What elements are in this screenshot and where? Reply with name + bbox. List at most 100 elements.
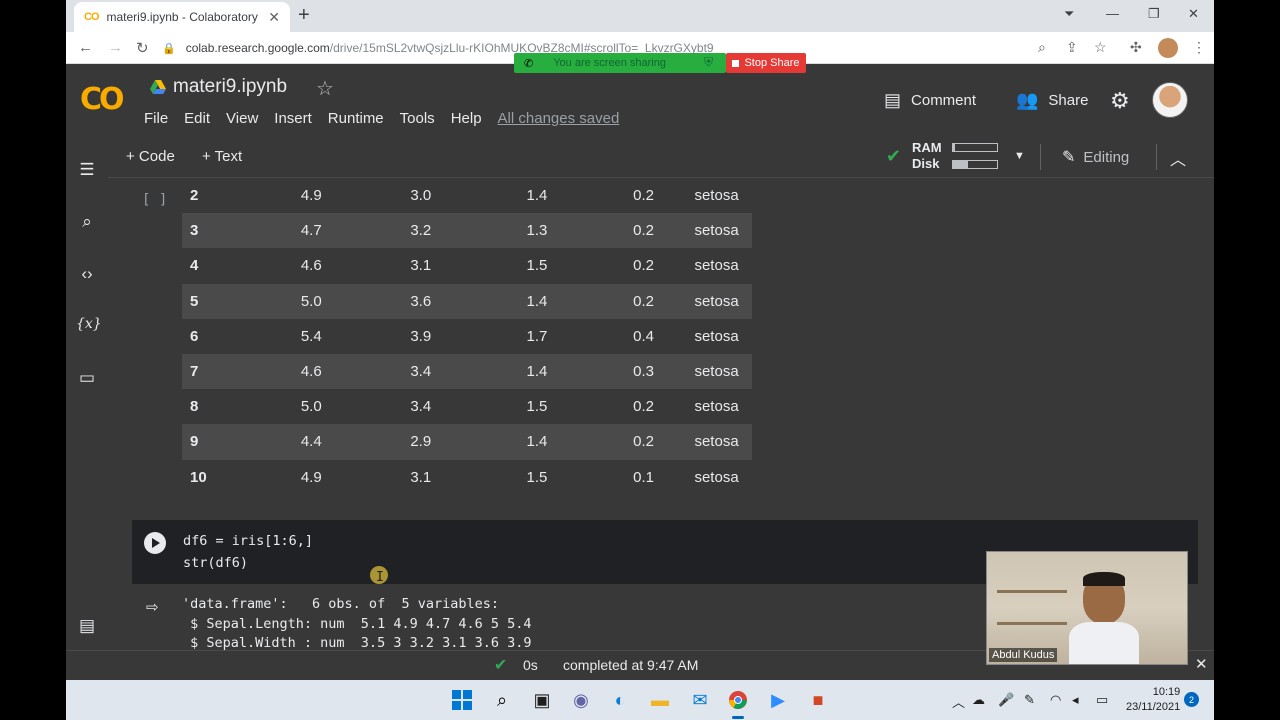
- webcam-overlay: Abdul Kudus: [986, 551, 1188, 665]
- sepal-width-cell: 2.9: [372, 424, 470, 460]
- window-close-icon[interactable]: ✕: [1188, 6, 1199, 22]
- back-icon[interactable]: ←: [78, 39, 93, 56]
- variables-icon[interactable]: {x}: [76, 316, 102, 332]
- row-index: 10: [190, 468, 207, 486]
- search-taskbar-icon[interactable]: ⌕: [490, 688, 514, 712]
- code-line-2[interactable]: str(df6): [183, 555, 248, 571]
- files-folder-icon[interactable]: ▭: [76, 368, 98, 388]
- menu-tools[interactable]: Tools: [400, 110, 435, 127]
- petal-width-cell: 0.2: [604, 283, 683, 319]
- menu-edit[interactable]: Edit: [184, 110, 210, 127]
- teams-chat-icon[interactable]: ◉: [569, 688, 593, 712]
- menu-file[interactable]: File: [144, 110, 168, 127]
- editing-mode-button[interactable]: ✎ Editing: [1062, 147, 1129, 167]
- connected-check-icon: ✔: [886, 146, 902, 166]
- resources-dropdown-icon[interactable]: ▼: [1014, 150, 1025, 162]
- sepal-width-cell: 3.9: [410, 327, 432, 345]
- run-cell-button[interactable]: [144, 532, 166, 554]
- colab-favicon-icon: CO: [84, 11, 99, 23]
- extensions-icon[interactable]: ✣: [1130, 39, 1142, 56]
- comment-button[interactable]: ▤ Comment: [884, 90, 976, 111]
- menu-help[interactable]: Help: [451, 110, 482, 127]
- species-cell: setosa: [682, 353, 752, 390]
- colab-logo-text: CO: [80, 82, 124, 117]
- webcam-close-icon[interactable]: ✕: [1195, 655, 1208, 673]
- browser-menu-icon[interactable]: ⋮: [1192, 39, 1206, 56]
- tab-colab[interactable]: CO materi9.ipynb - Colaboratory ✕: [74, 2, 290, 32]
- chrome-icon[interactable]: [726, 688, 750, 712]
- code-line-1[interactable]: df6 = iris[1:6,]: [183, 533, 313, 549]
- species-cell: setosa: [694, 187, 739, 205]
- sepal-width-cell: 3.1: [410, 468, 432, 486]
- minimize-icon[interactable]: —: [1106, 6, 1119, 21]
- tab-close-icon[interactable]: ✕: [268, 9, 280, 26]
- account-avatar[interactable]: [1152, 82, 1188, 118]
- star-icon[interactable]: ☆: [316, 76, 334, 101]
- petal-width-cell: 0.4: [633, 327, 655, 345]
- forward-icon[interactable]: →: [108, 39, 123, 56]
- petal-length-cell: 1.4: [469, 283, 605, 319]
- menu-runtime[interactable]: Runtime: [328, 110, 384, 127]
- terminal-icon[interactable]: ▤: [76, 616, 98, 636]
- reload-icon[interactable]: ↻: [136, 39, 149, 57]
- battery-icon[interactable]: ▭: [1096, 692, 1108, 708]
- browser-profile-avatar[interactable]: [1158, 38, 1178, 58]
- file-explorer-icon[interactable]: ▬: [648, 688, 672, 712]
- colab-logo[interactable]: CO: [80, 82, 124, 117]
- petal-length-cell: 1.4: [526, 187, 548, 205]
- table-row: 3 4.7 3.2 1.3 0.2 setosa: [182, 213, 752, 249]
- start-icon[interactable]: [450, 688, 474, 712]
- zoom-icon[interactable]: ⌕: [1038, 39, 1046, 56]
- profile-menu-icon[interactable]: ⏷: [1064, 6, 1074, 22]
- onedrive-icon[interactable]: ☁: [972, 692, 985, 708]
- presenter-body: [1069, 622, 1139, 664]
- url-domain: colab.research.google.com: [185, 41, 330, 55]
- resources-indicator[interactable]: RAM Disk: [912, 140, 942, 172]
- tray-chevron-icon[interactable]: ︿: [952, 692, 965, 711]
- volume-icon[interactable]: ◂: [1072, 692, 1079, 708]
- add-code-button[interactable]: + Code: [126, 148, 175, 165]
- system-clock[interactable]: 10:19 23/11/2021: [1126, 685, 1180, 715]
- petal-width-cell: 0.2: [633, 398, 655, 416]
- sepal-length-cell: 4.4: [250, 424, 373, 460]
- powerpoint-icon[interactable]: ■: [806, 688, 830, 712]
- table-of-contents-icon[interactable]: ☰: [76, 160, 98, 180]
- dataframe-output-table: 2 4.9 3.0 1.4 0.2 setosa 3 4.7 3.2 1.3 0.2 setosa 4 4…: [182, 178, 752, 495]
- share-page-icon[interactable]: ⇪: [1066, 39, 1078, 56]
- notification-badge[interactable]: 2: [1184, 692, 1199, 707]
- row-index: 3: [182, 213, 251, 249]
- menu-view[interactable]: View: [226, 110, 258, 127]
- menu-bar: File Edit View Insert Runtime Tools Help…: [144, 110, 635, 127]
- output-icon[interactable]: ⇨: [146, 598, 159, 616]
- table-row: 7 4.6 3.4 1.4 0.3 setosa: [182, 353, 752, 390]
- task-view-icon[interactable]: ▣: [530, 688, 554, 712]
- save-status-link[interactable]: All changes saved: [498, 110, 620, 127]
- new-tab-icon[interactable]: +: [298, 4, 310, 27]
- disk-label: Disk: [912, 156, 940, 171]
- code-snippets-icon[interactable]: ‹›: [76, 264, 98, 284]
- edge-icon[interactable]: ◐: [608, 688, 632, 712]
- text-cursor-icon: I: [376, 570, 384, 585]
- google-drive-icon: [150, 80, 166, 94]
- menu-insert[interactable]: Insert: [274, 110, 312, 127]
- row-index: 8: [190, 398, 199, 416]
- phone-icon: ✆: [524, 57, 534, 70]
- share-button[interactable]: 👥 Share: [1016, 90, 1088, 111]
- people-icon: 👥: [1016, 90, 1039, 110]
- add-text-button[interactable]: + Text: [202, 148, 242, 165]
- windows-taskbar: ⌕ ▣ ◉ ◐ ▬ ✉ ▶ ■ ︿ ☁ 🎤 ✎ ◠ ◂ ▭ 10:19 23/1…: [66, 680, 1214, 720]
- maximize-icon[interactable]: ❐: [1148, 6, 1160, 22]
- stop-share-button[interactable]: Stop Share: [726, 53, 806, 73]
- microphone-icon[interactable]: 🎤: [998, 692, 1014, 708]
- zoom-app-icon[interactable]: ▶: [766, 688, 790, 712]
- shelf-shape: [997, 590, 1067, 593]
- sepal-length-cell: 4.9: [300, 187, 322, 205]
- bookmark-star-icon[interactable]: ☆: [1094, 39, 1107, 56]
- pen-icon[interactable]: ✎: [1024, 692, 1035, 708]
- notebook-title[interactable]: materi9.ipynb: [173, 76, 287, 98]
- mail-icon[interactable]: ✉: [688, 688, 712, 712]
- settings-gear-icon[interactable]: ⚙: [1110, 88, 1130, 114]
- wifi-icon[interactable]: ◠: [1050, 692, 1061, 708]
- search-icon[interactable]: ⌕: [76, 212, 98, 232]
- collapse-header-icon[interactable]: ︿: [1170, 146, 1186, 170]
